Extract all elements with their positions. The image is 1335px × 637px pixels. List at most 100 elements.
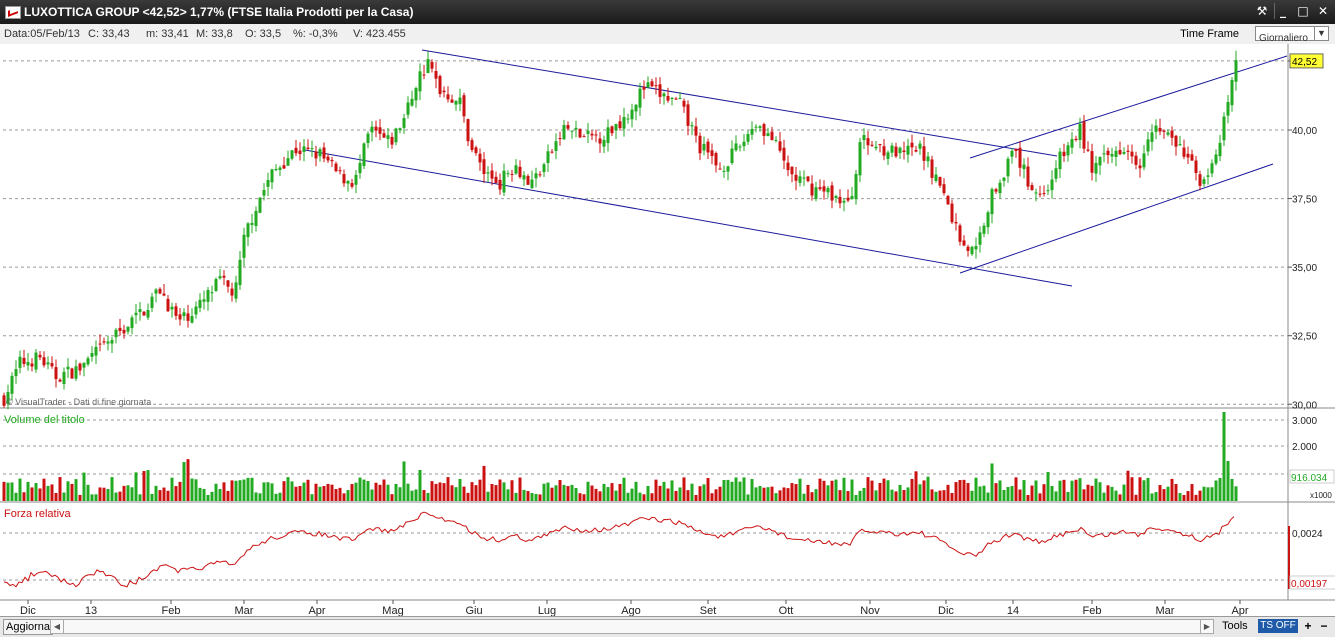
volume-bar <box>1154 492 1158 501</box>
volume-bar <box>890 489 894 501</box>
volume-bar <box>230 480 234 501</box>
volume-bar <box>506 489 510 501</box>
candle-body <box>434 71 438 79</box>
volume-bar <box>1202 486 1206 501</box>
volume-bar <box>566 486 570 501</box>
tools-button[interactable]: Tools <box>1222 620 1248 632</box>
volume-bar <box>582 494 586 501</box>
candle-body <box>526 175 530 185</box>
volume-bar <box>946 484 950 501</box>
candle-body <box>762 124 766 136</box>
volume-bar <box>278 492 282 501</box>
close-button[interactable]: ✕ <box>1315 3 1331 19</box>
refresh-button[interactable]: Aggiorna <box>3 619 54 635</box>
volume-bar <box>166 490 170 501</box>
volume-bar <box>162 487 166 501</box>
candle-body <box>190 315 194 323</box>
scroll-right-icon[interactable]: ▶ <box>1200 620 1213 633</box>
volume-bar <box>66 481 70 501</box>
candle-body <box>826 188 830 193</box>
volume-bar <box>982 485 986 501</box>
candle-body <box>342 174 346 184</box>
volume-bar <box>1230 479 1234 501</box>
volume-bar <box>2 481 6 501</box>
volume-bar <box>910 478 914 501</box>
minimize-button[interactable]: _ <box>1274 3 1291 19</box>
volume-bar <box>486 491 490 501</box>
candle-body <box>90 353 94 357</box>
candle-body <box>1174 135 1178 147</box>
candle-body <box>1018 147 1022 168</box>
volume-bar <box>642 494 646 501</box>
x-tick-label: Dic <box>938 605 954 616</box>
candle-body <box>478 153 482 163</box>
candle-body <box>426 59 430 74</box>
volume-bar <box>658 485 662 501</box>
candle-body <box>234 282 238 299</box>
candle-body <box>738 146 742 148</box>
horizontal-scrollbar[interactable]: ◀ ▶ <box>50 619 1214 634</box>
chart-area[interactable]: 30,00 32,50 35,00 37,50 40,00 42,52 3.000 2.000… <box>0 44 1335 616</box>
scroll-left-icon[interactable]: ◀ <box>51 620 64 633</box>
x-tick-label: Apr <box>308 605 325 616</box>
info-close: C: 33,43 <box>88 28 130 40</box>
candle-body <box>830 185 834 201</box>
volume-bar <box>894 491 898 501</box>
volume-bar <box>414 489 418 501</box>
candle-body <box>614 123 618 131</box>
candle-body <box>926 156 930 162</box>
volume-bar <box>918 484 922 501</box>
zoom-in-button[interactable]: + <box>1302 619 1314 633</box>
volume-bar <box>370 489 374 501</box>
ts-off-toggle[interactable]: TS OFF <box>1258 619 1298 633</box>
volume-bar <box>290 481 294 501</box>
volume-bar <box>1206 487 1210 501</box>
candle-body <box>666 95 670 101</box>
candle-body <box>990 189 994 215</box>
volume-bar <box>958 480 962 501</box>
candle-body <box>218 276 222 279</box>
candle-body <box>674 98 678 100</box>
candle-body <box>1166 132 1170 135</box>
volume-bar <box>754 487 758 501</box>
candle-body <box>466 119 470 142</box>
volume-bar <box>978 486 982 501</box>
volume-bar <box>934 491 938 501</box>
volume-bar <box>266 482 270 501</box>
candle-body <box>1182 147 1186 157</box>
volume-bar <box>98 487 102 501</box>
volume-bar <box>1026 494 1030 501</box>
candle-body <box>994 189 998 192</box>
volume-bar <box>1030 485 1034 501</box>
volume-bar <box>674 490 678 501</box>
volume-bar <box>1078 478 1082 501</box>
candle-body <box>230 288 234 296</box>
info-open: O: 33,5 <box>245 28 282 40</box>
tools-hammer-icon[interactable]: ⚒ <box>1254 3 1270 19</box>
volume-bar <box>390 494 394 501</box>
volume-bar <box>334 488 338 501</box>
candle-body <box>206 289 210 302</box>
candle-body <box>66 366 70 370</box>
volume-bar <box>1010 486 1014 501</box>
candle-body <box>966 246 970 251</box>
candle-body <box>894 146 898 157</box>
info-pct: %: -0,3% <box>293 28 338 40</box>
volume-bar <box>630 488 634 501</box>
candle-body <box>642 86 646 90</box>
volume-bar <box>1118 494 1122 501</box>
candle-body <box>1230 80 1234 106</box>
volume-bar <box>258 493 262 501</box>
time-frame-select[interactable]: Giornaliero ▼ <box>1255 26 1329 44</box>
candle-body <box>382 133 386 138</box>
candle-body <box>962 240 966 246</box>
candle-body <box>318 149 322 157</box>
volume-bar <box>662 481 666 501</box>
candle-body <box>782 147 786 161</box>
maximize-button[interactable]: □ <box>1295 3 1311 19</box>
volume-bar <box>966 483 970 501</box>
zoom-out-button[interactable]: − <box>1318 619 1330 633</box>
candle-body <box>1002 177 1006 181</box>
candle-body <box>418 71 422 92</box>
volume-bar <box>366 481 370 501</box>
